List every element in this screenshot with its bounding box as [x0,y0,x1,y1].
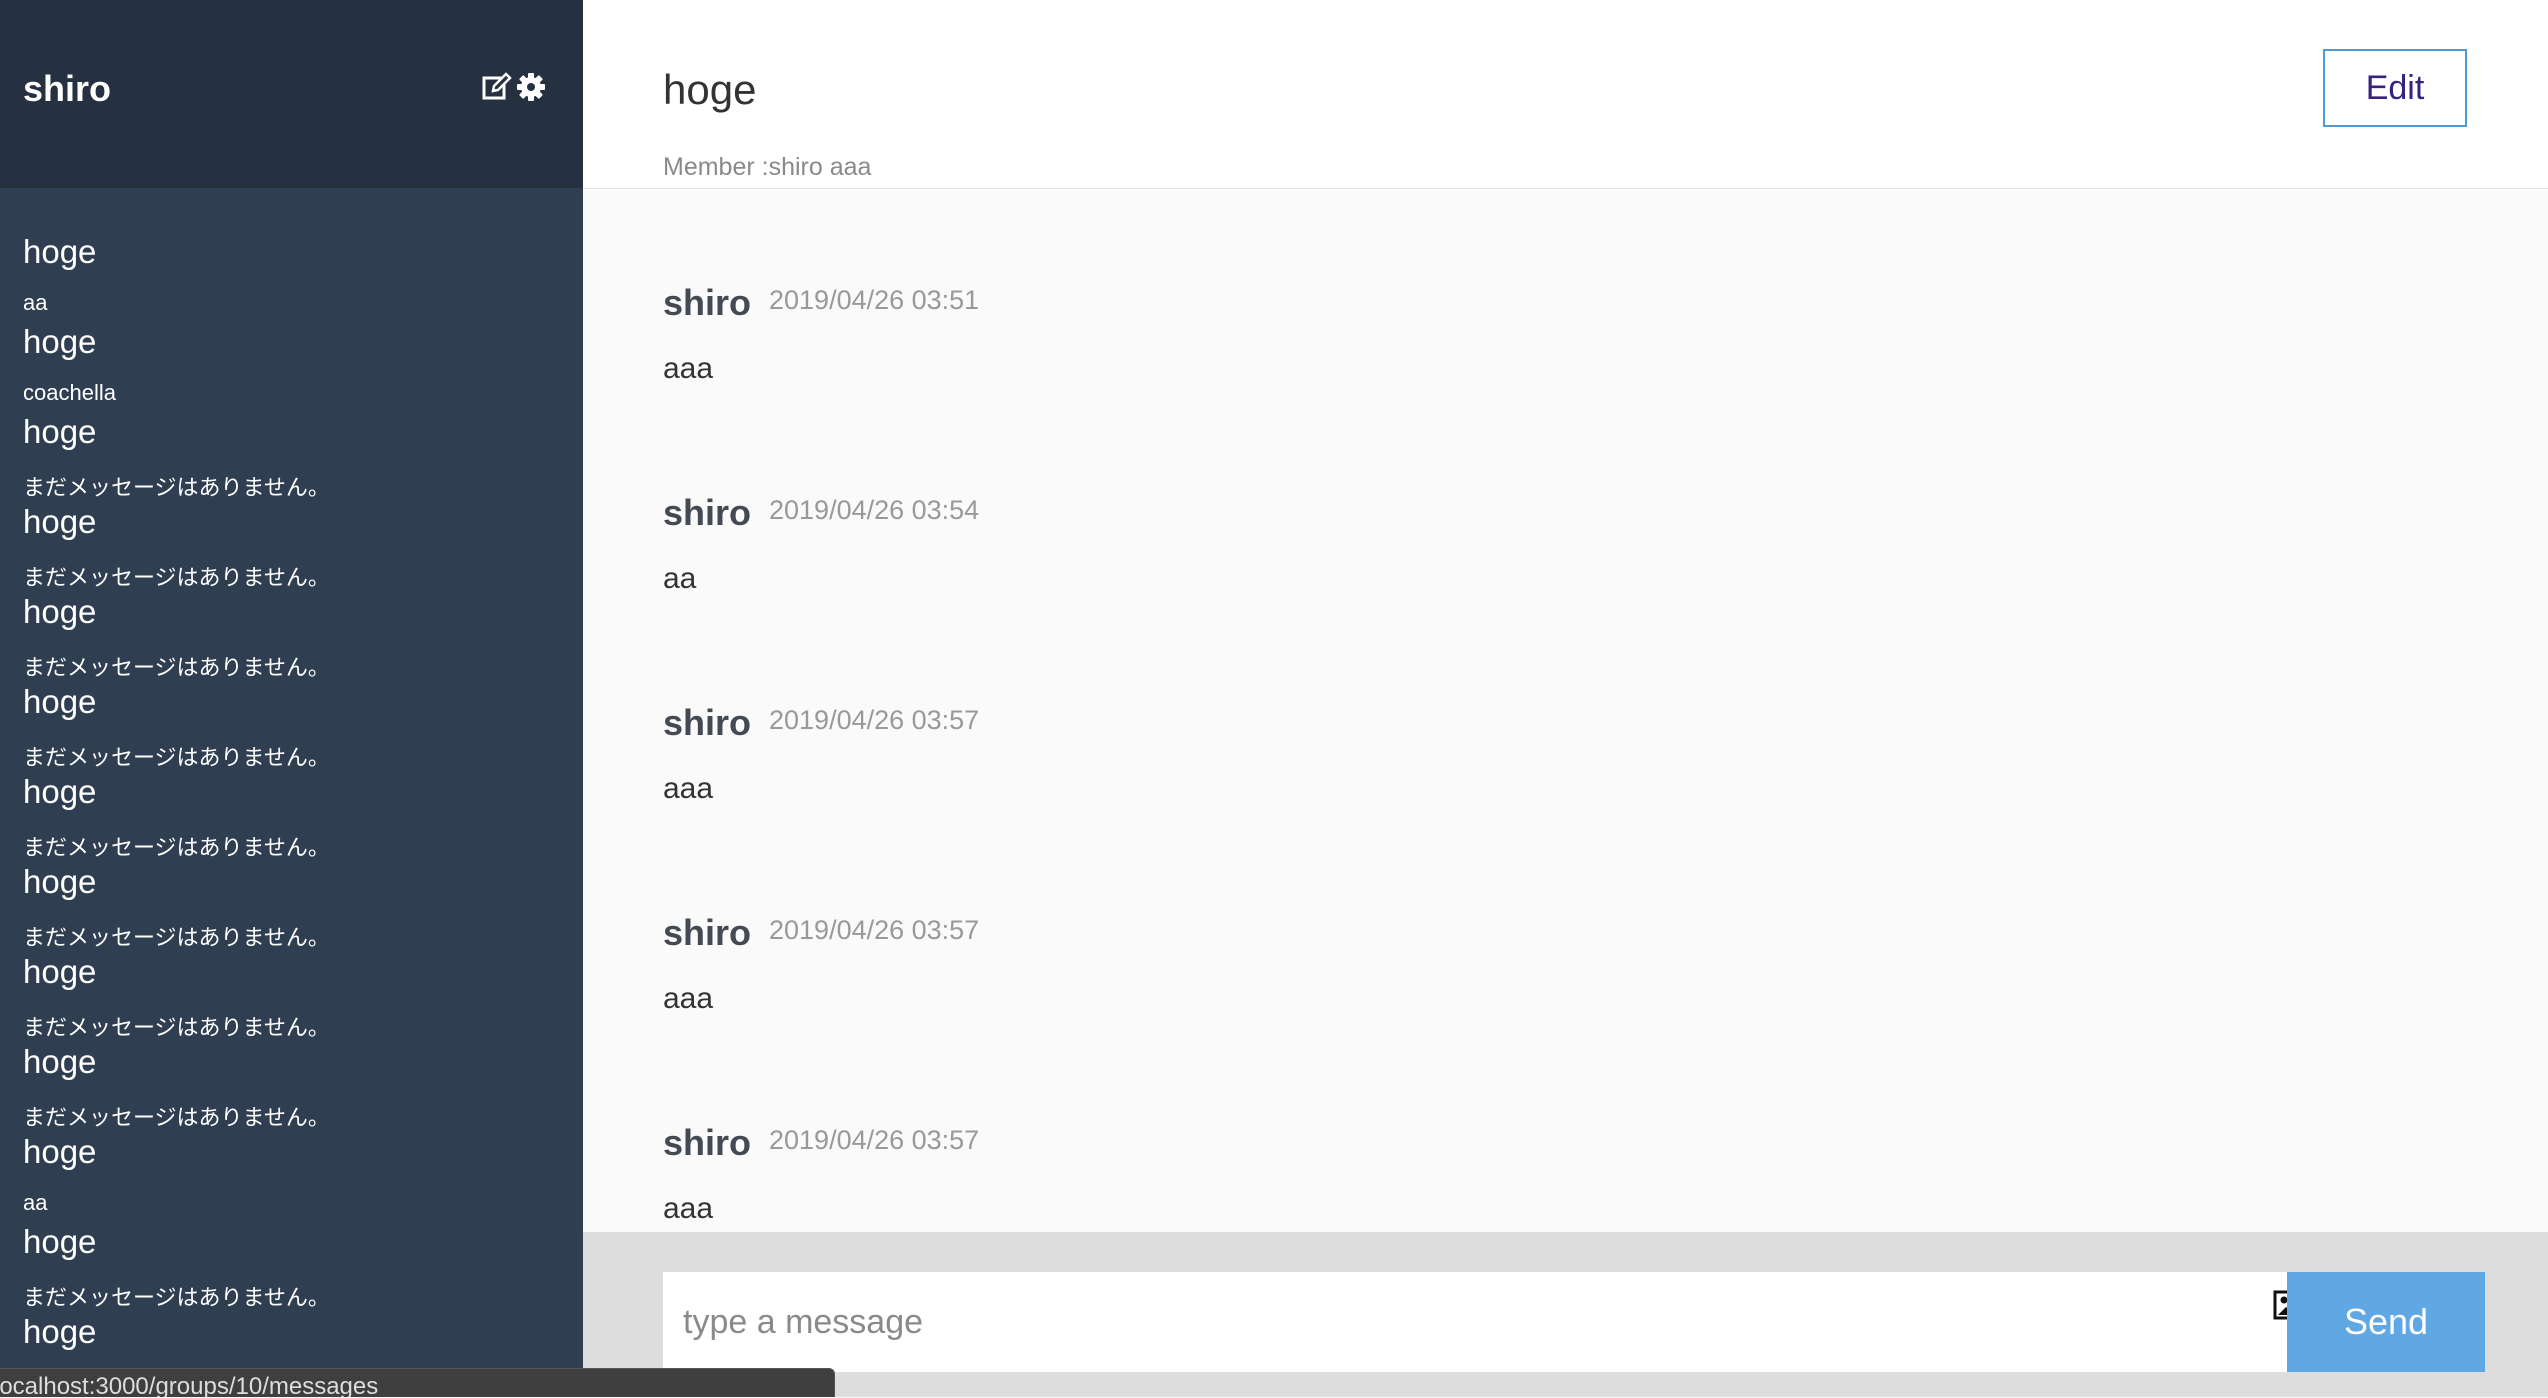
message-text: aa [663,562,697,595]
message-item: shiro 2019/04/26 03:51 aaa [663,190,2548,400]
group-name: hoge [23,1223,97,1260]
group-item[interactable]: hoge aa [23,1128,573,1218]
message-date: 2019/04/26 03:51 [769,285,980,315]
message-user: shiro [663,912,752,953]
edit-button[interactable]: Edit [2323,49,2467,127]
group-name: hoge [23,773,97,810]
message-date: 2019/04/26 03:57 [769,705,980,735]
group-name: hoge [23,683,97,720]
group-item[interactable]: hoge coachella [23,318,573,408]
message-item: shiro 2019/04/26 03:57 aaa [663,1030,2548,1230]
group-last-message: coachella [23,380,116,405]
message-date: 2019/04/26 03:54 [769,495,980,525]
group-name: hoge [23,953,97,990]
group-list: hoge aa hoge coachella hoge まだメッセージはありませ… [23,228,573,1398]
status-bar-url: localhost:3000/groups/10/messages [0,1368,835,1397]
sidebar-header: shiro [0,0,583,188]
message-user: shiro [663,702,752,743]
message-user: shiro [663,1122,752,1163]
message-item: shiro 2019/04/26 03:54 aa [663,400,2548,610]
group-name: hoge [23,233,97,270]
group-item[interactable]: hoge まだメッセージはありません。 [23,588,573,680]
group-name: hoge [23,503,97,540]
group-name: hoge [23,323,97,360]
chat-main: hoge Member :shiro aaa Edit shiro 2019/0… [583,0,2548,1397]
group-last-message: aa [23,1190,48,1215]
group-item[interactable]: hoge aa [23,228,573,318]
current-user-name: shiro [23,68,112,109]
message-input-wrapper [663,1272,2309,1372]
message-input[interactable] [663,1272,2183,1372]
message-text: aaa [663,352,714,385]
message-date: 2019/04/26 03:57 [769,1125,980,1155]
message-item: shiro 2019/04/26 03:57 aaa [663,610,2548,820]
group-last-message: aa [23,290,48,315]
chat-header: hoge Member :shiro aaa Edit [583,0,2548,189]
group-name: hoge [23,1133,97,1170]
gear-icon[interactable] [516,72,546,102]
message-text: aaa [663,982,714,1015]
group-item[interactable]: hoge まだメッセージはありません。 [23,768,573,860]
group-item[interactable]: hoge まだメッセージはありません。 [23,1038,573,1130]
group-name: hoge [23,413,97,450]
message-user: shiro [663,282,752,323]
sidebar-header-icons [482,72,546,102]
group-name: hoge [23,863,97,900]
message-user: shiro [663,492,752,533]
message-item: shiro 2019/04/26 03:57 aaa [663,820,2548,1030]
send-button[interactable]: Send [2287,1272,2485,1372]
member-list: Member :shiro aaa [663,153,872,181]
group-item[interactable]: hoge まだメッセージはありません。 [23,408,573,500]
group-item[interactable]: hoge まだメッセージはありません。 [23,678,573,770]
group-item[interactable]: hoge まだメッセージはありません。 [23,498,573,590]
group-name: hoge [23,593,97,630]
message-text: aaa [663,772,714,805]
message-form: Send [583,1232,2548,1397]
group-item[interactable]: hoge まだメッセージはありません。 [23,948,573,1040]
group-name: hoge [23,1043,97,1080]
message-text: aaa [663,1192,714,1225]
message-list[interactable]: shiro 2019/04/26 03:51 aaa shiro 2019/04… [663,190,2548,1230]
group-item[interactable]: hoge まだメッセージはありません。 [23,1218,573,1310]
group-title: hoge [663,66,757,113]
group-name: hoge [23,1313,97,1350]
edit-icon[interactable] [482,72,512,102]
message-date: 2019/04/26 03:57 [769,915,980,945]
group-item[interactable]: hoge まだメッセージはありません。 [23,858,573,950]
sidebar: shiro hoge aa hoge coachella hoge まだメッセー… [0,0,583,1397]
